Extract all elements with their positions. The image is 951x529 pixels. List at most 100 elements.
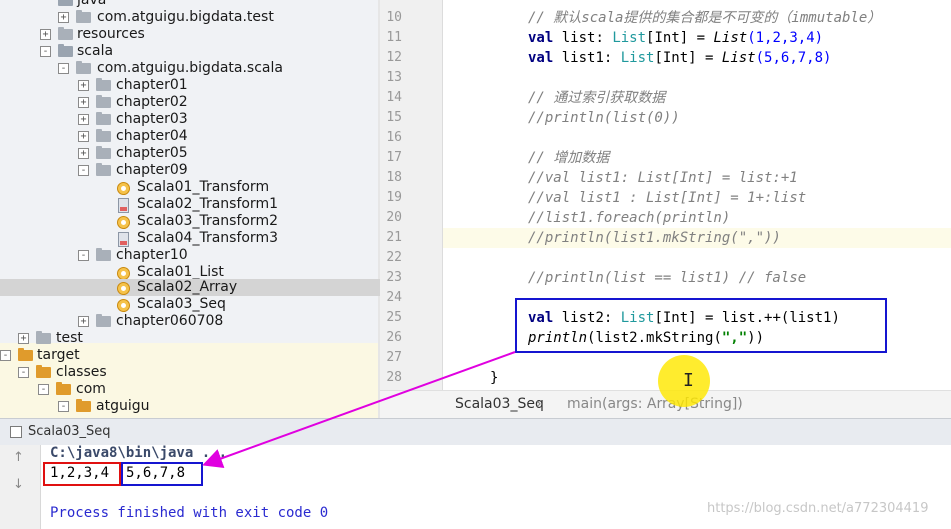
- collapse-icon[interactable]: -: [18, 367, 29, 378]
- identifier: list:: [553, 30, 613, 46]
- scala-object-icon: [117, 182, 130, 195]
- watermark: https://blog.csdn.net/a772304419: [707, 501, 929, 516]
- collapse-icon[interactable]: -: [78, 250, 89, 261]
- tree-label: chapter04: [116, 128, 188, 144]
- expand-icon[interactable]: +: [58, 12, 69, 23]
- keyword: val: [528, 30, 554, 46]
- tree-label: Scala04_Transform3: [137, 230, 278, 246]
- tree-label: test: [56, 330, 83, 346]
- code-line-15: //println(list(0)): [528, 110, 680, 126]
- package-icon: [96, 163, 111, 176]
- scala-object-icon: [117, 282, 130, 295]
- folder-icon: [36, 365, 51, 378]
- scroll-up-icon[interactable]: ↑: [13, 450, 24, 465]
- console-exit-message: Process finished with exit code 0: [50, 505, 329, 521]
- package-icon: [76, 10, 91, 23]
- expand-icon[interactable]: +: [78, 316, 89, 327]
- line-number: 11: [386, 30, 402, 45]
- line-number: 28: [386, 370, 402, 385]
- line-number: 22: [386, 250, 402, 265]
- arguments: (5,6,7,8): [755, 50, 832, 66]
- package-icon: [96, 248, 111, 261]
- tree-label: com.atguigu.bigdata.scala: [97, 60, 283, 76]
- tree-label: chapter02: [116, 94, 188, 110]
- keyword: val: [528, 50, 554, 66]
- code-line-10: // 默认scala提供的集合都是不可变的（immutable）: [528, 10, 882, 26]
- expand-icon[interactable]: +: [40, 29, 51, 40]
- code-line-12: val list1: List[Int] = List(5,6,7,8): [528, 48, 831, 68]
- folder-icon: [18, 348, 33, 361]
- tree-label: resources: [77, 26, 145, 42]
- output-highlight-red: [43, 462, 121, 486]
- line-number: 26: [386, 330, 402, 345]
- line-number: 14: [386, 90, 402, 105]
- code-text: [Int] =: [646, 30, 714, 46]
- folder-icon: [36, 331, 51, 344]
- tree-label: classes: [56, 364, 107, 380]
- constructor: List: [721, 50, 756, 66]
- code-line-18: //val list1: List[Int] = list:+1: [528, 170, 798, 186]
- collapse-icon[interactable]: -: [38, 384, 49, 395]
- expand-icon[interactable]: +: [78, 131, 89, 142]
- code-line-28: }: [490, 370, 499, 386]
- tree-label: Scala01_Transform: [137, 179, 270, 195]
- tree-label: Scala02_Array: [137, 279, 238, 295]
- folder-icon: [58, 27, 73, 40]
- tree-label: target: [37, 347, 80, 363]
- text-cursor-icon: I: [683, 370, 694, 391]
- identifier: list1:: [553, 50, 621, 66]
- collapse-icon[interactable]: -: [0, 350, 11, 361]
- breadcrumb-method[interactable]: main(args: Array[String]): [567, 396, 743, 412]
- package-icon: [96, 95, 111, 108]
- scroll-down-icon[interactable]: ↓: [13, 477, 24, 492]
- run-tab[interactable]: Scala03_Seq: [28, 424, 111, 439]
- tree-label: chapter03: [116, 111, 188, 127]
- line-number: 15: [386, 110, 402, 125]
- line-number: 23: [386, 270, 402, 285]
- code-line-23: //println(list == list1) // false: [528, 270, 807, 286]
- code-line-17: // 增加数据: [528, 150, 610, 166]
- expand-icon[interactable]: +: [78, 148, 89, 159]
- scala-file-icon: [118, 232, 129, 247]
- scala-file-icon: [118, 198, 129, 213]
- line-number-gutter: 10 11 12 13 14 15 16 17 18 19 20 21 22 2…: [380, 0, 443, 390]
- line-number: 13: [386, 70, 402, 85]
- arguments: (1,2,3,4): [747, 30, 824, 46]
- line-number: 18: [386, 170, 402, 185]
- code-line-11: val list: List[Int] = List(1,2,3,4): [528, 28, 823, 48]
- constructor: List: [713, 30, 748, 46]
- console-toolbar: ↑ ↓: [0, 445, 41, 529]
- line-number: 27: [386, 350, 402, 365]
- expand-icon[interactable]: +: [18, 333, 29, 344]
- code-text: [Int] =: [654, 50, 722, 66]
- line-number: 20: [386, 210, 402, 225]
- collapse-icon[interactable]: -: [58, 63, 69, 74]
- run-console[interactable]: ↑ ↓ C:\java8\bin\java ... 1,2,3,4 5,6,7,…: [0, 445, 951, 529]
- collapse-icon[interactable]: -: [58, 401, 69, 412]
- scala-object-icon: [117, 216, 130, 229]
- run-config-icon: [10, 426, 22, 438]
- type: List: [620, 50, 655, 66]
- breadcrumb-separator: ›: [536, 396, 542, 412]
- expand-icon[interactable]: +: [78, 114, 89, 125]
- code-line-20: //list1.foreach(println): [528, 210, 731, 226]
- folder-icon: [58, 0, 73, 6]
- code-line-14: // 通过索引获取数据: [528, 90, 666, 106]
- expand-icon[interactable]: +: [78, 80, 89, 91]
- line-number: 19: [386, 190, 402, 205]
- tree-label: chapter01: [116, 77, 188, 93]
- output-highlight-blue: [121, 462, 203, 486]
- breadcrumb-file[interactable]: Scala03_Seq: [455, 396, 544, 412]
- line-number: 16: [386, 130, 402, 145]
- collapse-icon[interactable]: -: [78, 165, 89, 176]
- tree-row-scala02-array[interactable]: Scala02_Array: [0, 279, 380, 296]
- line-number: 10: [386, 10, 402, 25]
- code-highlight-box: [515, 298, 887, 353]
- tree-label: chapter060708: [116, 313, 224, 329]
- tree-label: chapter05: [116, 145, 188, 161]
- package-icon: [96, 78, 111, 91]
- folder-icon: [58, 44, 73, 57]
- collapse-icon[interactable]: -: [40, 46, 51, 57]
- expand-icon[interactable]: +: [78, 97, 89, 108]
- scala-object-icon: [117, 299, 130, 312]
